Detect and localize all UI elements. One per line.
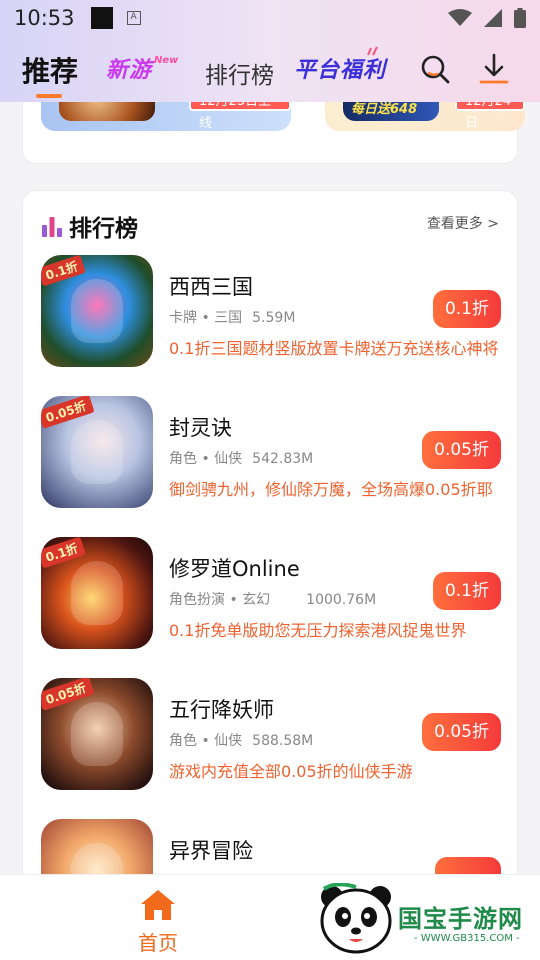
download-icon[interactable]: [477, 52, 511, 86]
game-description: 0.1折三国题材竖版放置卡牌送万充送核心神将: [169, 339, 499, 358]
ranking-card: 排行榜 查看更多 > 0.1折 西西三国 卡牌 • 三国 5.59M 0.1折三国…: [22, 190, 518, 874]
game-name: 修罗道Online: [169, 557, 300, 581]
active-tab-indicator: [36, 94, 62, 98]
release-date-tag: 12月23日上线: [189, 102, 291, 131]
game-description: 御剑骋九州，修仙除万魔，全场高爆0.05折耶: [169, 480, 493, 499]
game-name: 五行降妖师: [169, 698, 274, 722]
discount-ribbon: 0.1折: [41, 255, 87, 287]
game-icon[interactable]: 0.05折: [41, 678, 153, 790]
tab-platform-welfare[interactable]: 平台福利: [294, 52, 386, 84]
game-description: 0.1折免单版助您无压力探索港风捉鬼世界: [169, 621, 467, 640]
banner-item[interactable]: 每日送648 12月24日: [325, 102, 525, 131]
battery-icon: [514, 8, 526, 28]
game-icon[interactable]: 0.1折: [41, 537, 153, 649]
discount-button[interactable]: [435, 857, 501, 874]
banner-art: [59, 102, 155, 121]
home-icon: [141, 890, 175, 920]
search-icon[interactable]: [418, 52, 452, 86]
bottom-tab-home[interactable]: 首页: [130, 889, 186, 956]
status-bar: 10:53 A: [0, 0, 540, 36]
watermark-url: - WWW.GB315.COM -: [414, 933, 520, 944]
game-icon-art: [71, 420, 123, 484]
game-meta: 角色 • 仙侠 588.58M: [169, 730, 313, 750]
bottom-tab-home-label: 首页: [138, 931, 178, 955]
status-time: 10:53: [14, 6, 75, 30]
site-watermark: 国宝手游网 - WWW.GB315.COM -: [298, 875, 540, 960]
game-list-item[interactable]: 0.1折 西西三国 卡牌 • 三国 5.59M 0.1折三国题材竖版放置卡牌送万充…: [41, 255, 501, 367]
nav-tabs: 推荐 新游 New 排行榜 平台福利: [0, 40, 540, 100]
game-icon-art: [71, 561, 123, 625]
wifi-icon: [448, 9, 472, 26]
discount-button[interactable]: 0.1折: [432, 290, 501, 328]
game-size: 1000.76M: [306, 592, 377, 608]
bar-chart-icon: [42, 217, 62, 237]
banner-art-text: 每日送648: [351, 102, 418, 117]
main-content[interactable]: 12月23日上线 每日送648 12月24日 排行榜 查看更多 > 0.1折 西…: [0, 102, 540, 874]
see-more-link[interactable]: 查看更多 >: [427, 213, 499, 233]
game-meta: 角色 • 仙侠 542.83M: [169, 448, 313, 468]
game-name: 异界冒险: [169, 839, 253, 863]
discount-button[interactable]: 0.1折: [432, 572, 501, 610]
game-list-item[interactable]: 0.1折 修罗道Online 角色扮演 • 玄幻 1000.76M 0.1折免单版…: [41, 537, 501, 649]
game-icon-art: [71, 702, 123, 766]
sparkle-icon: [367, 46, 378, 56]
game-category: 角色扮演 • 玄幻: [169, 592, 271, 608]
game-icon[interactable]: 0.1折: [41, 255, 153, 367]
notification-a-icon: A: [126, 11, 141, 25]
tab-new-games-label: 新游: [106, 58, 153, 83]
game-icon[interactable]: [41, 819, 153, 874]
game-category: 卡牌 • 三国: [169, 310, 243, 326]
game-category: 角色 • 仙侠: [169, 451, 243, 467]
tab-recommend-label: 推荐: [22, 55, 79, 88]
new-release-banner-card: 12月23日上线 每日送648 12月24日: [22, 102, 525, 164]
tab-recommend[interactable]: 推荐: [22, 50, 79, 98]
game-size: 542.83M: [252, 451, 314, 467]
game-list-item[interactable]: 0.05折 封灵诀 角色 • 仙侠 542.83M 御剑骋九州，修仙除万魔，全场高…: [41, 396, 501, 508]
game-category: 角色 • 仙侠: [169, 733, 243, 749]
ranking-header: 排行榜: [41, 209, 138, 243]
discount-ribbon: 0.1折: [41, 537, 87, 569]
tab-new-games-badge: New: [154, 55, 179, 66]
release-date-tag: 12月24日: [455, 102, 525, 131]
notification-square-icon: [90, 7, 113, 29]
banner-item[interactable]: 12月23日上线: [41, 102, 291, 131]
discount-button[interactable]: 0.05折: [422, 431, 501, 469]
game-name: 西西三国: [169, 275, 253, 299]
game-size: 588.58M: [252, 733, 314, 749]
discount-button[interactable]: 0.05折: [422, 713, 501, 751]
bottom-nav: 首页 国宝手游网 - WWW.GB315.COM -: [0, 874, 540, 960]
game-meta: 卡牌 • 三国 5.59M: [169, 307, 295, 327]
tab-new-games[interactable]: 新游 New: [106, 52, 178, 84]
ranking-title: 排行榜: [69, 216, 138, 242]
game-name: 封灵诀: [169, 416, 232, 440]
game-list-item[interactable]: 异界冒险: [41, 819, 501, 874]
watermark-brand: 国宝手游网: [398, 905, 523, 933]
top-header: 10:53 A 推荐 新游 New 排行榜 平台福利: [0, 0, 540, 102]
game-list-item[interactable]: 0.05折 五行降妖师 角色 • 仙侠 588.58M 游戏内充值全部0.05折的…: [41, 678, 501, 790]
game-icon-art: [71, 843, 123, 874]
game-meta: 角色扮演 • 玄幻 1000.76M: [169, 589, 376, 609]
panda-logo-icon: [320, 883, 392, 954]
game-icon[interactable]: 0.05折: [41, 396, 153, 508]
game-size: 5.59M: [252, 310, 296, 326]
banner-art: 每日送648: [343, 102, 439, 121]
tab-ranking[interactable]: 排行榜: [205, 56, 274, 90]
signal-icon: [484, 9, 502, 27]
game-icon-art: [71, 279, 123, 343]
game-description: 游戏内充值全部0.05折的仙侠手游: [169, 762, 413, 781]
